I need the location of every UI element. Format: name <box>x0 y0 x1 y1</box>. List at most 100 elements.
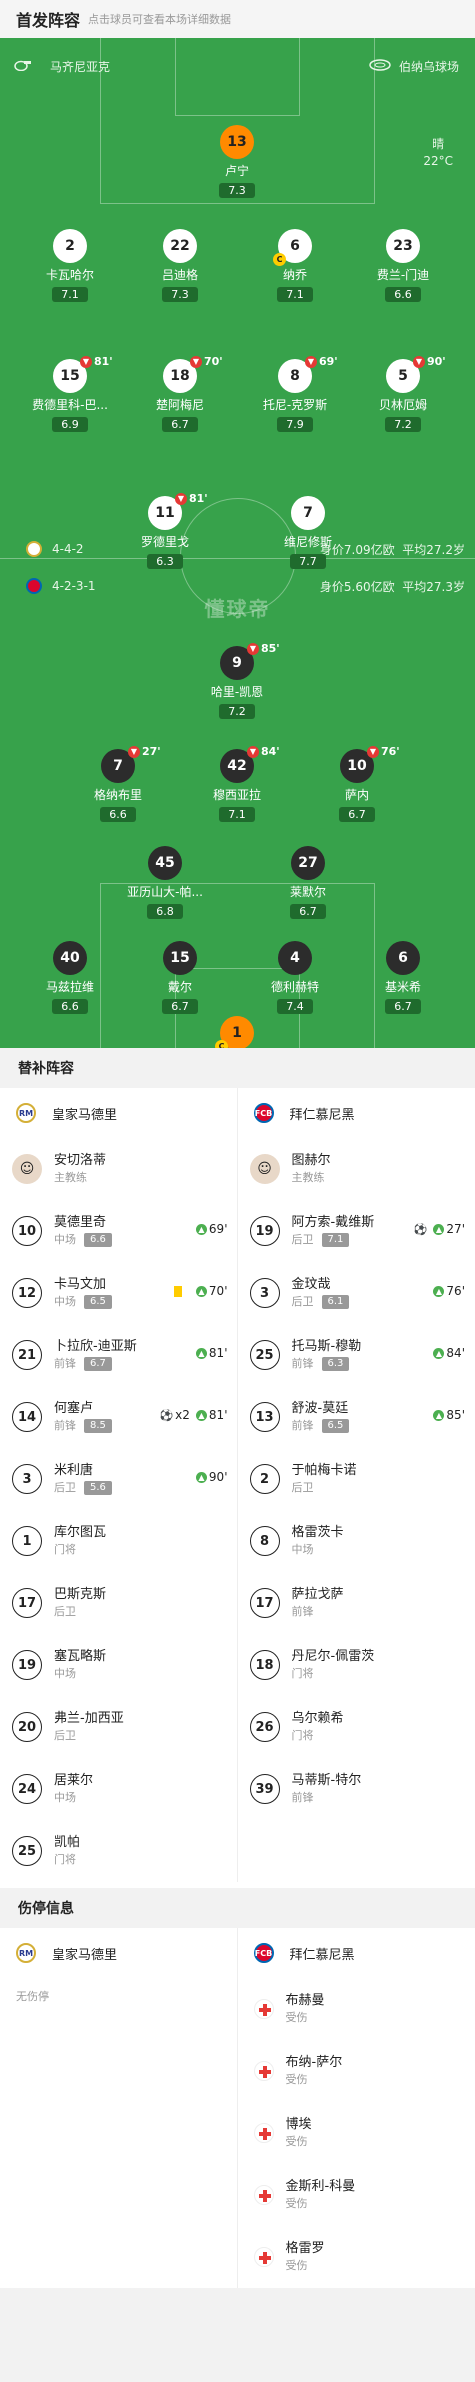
pitch-player[interactable]: 22 吕迪格 7.3 <box>125 229 235 302</box>
sub-player-row[interactable]: 1 库尔图瓦 门将 <box>0 1510 238 1572</box>
away-formation-row: 4-2-3-1 <box>26 578 96 594</box>
injury-row[interactable]: 格雷罗 受伤 <box>238 2226 475 2288</box>
sub-minute: 90' <box>427 355 446 368</box>
player-rating: 7.9 <box>277 417 313 432</box>
pitch-player[interactable]: 5 ▼ 90' 贝林厄姆 7.2 <box>348 355 458 432</box>
sub-name: 库尔图瓦 <box>54 1525 107 1540</box>
pitch-player[interactable]: 6 C 纳乔 7.1 <box>240 229 350 302</box>
player-number-text: 22 <box>170 238 190 254</box>
pitch-player[interactable]: 40 马兹拉维 6.6 <box>15 941 125 1014</box>
sub-player-row[interactable]: 19 阿方索-戴维斯 后卫 7.1 ⚽ ▲ 27' <box>238 1200 475 1262</box>
player-name: 费德里科-巴... <box>32 398 108 412</box>
sub-player-row[interactable]: 3 米利唐 后卫 5.6 ▲ 90' <box>0 1448 238 1510</box>
sub-on-arrow-icon: ▲ <box>195 1285 207 1297</box>
player-name: 基米希 <box>384 980 421 994</box>
sub-player-row[interactable]: 17 萨拉戈萨 前锋 <box>238 1572 475 1634</box>
injury-row[interactable]: 金斯利-科曼 受伤 <box>238 2164 475 2226</box>
pitch-player[interactable]: 13 卢宁 7.3 <box>182 125 292 198</box>
sub-player-row[interactable]: 25 托马斯-穆勒 前锋 6.3 ▲ 84' <box>238 1324 475 1386</box>
player-rating: 6.7 <box>339 807 375 822</box>
pitch-player[interactable]: 7 ▼ 27' 格纳布里 6.6 <box>63 745 173 822</box>
sub-name: 萨拉戈萨 <box>291 1587 344 1602</box>
sub-player-row[interactable]: 14 何塞卢 前锋 8.5 ⚽ x2 ▲ 81' <box>0 1386 238 1448</box>
sub-off-indicator: ▼ 85' <box>247 642 280 655</box>
referee-name: 马齐尼亚克 <box>50 59 111 74</box>
away-formation: 4-2-3-1 <box>52 579 96 593</box>
sub-player-row[interactable]: 2 于帕梅卡诺 后卫 <box>238 1448 475 1510</box>
player-name: 卡瓦哈尔 <box>45 268 94 282</box>
home-formation: 4-4-2 <box>52 542 84 556</box>
home-team-header[interactable]: RM 皇家马德里 <box>0 1088 238 1138</box>
yellow-card-icon <box>173 1285 182 1297</box>
player-number: 1C <box>215 1016 254 1048</box>
pitch-player[interactable]: 8 ▼ 69' 托尼-克罗斯 7.9 <box>240 355 350 432</box>
injury-status: 受伤 <box>285 2011 308 2024</box>
sub-position: 后卫 <box>54 1481 76 1494</box>
pitch-player[interactable]: 18 ▼ 70' 楚阿梅尼 6.7 <box>125 355 235 432</box>
pitch-player[interactable]: 27 莱默尔 6.7 <box>253 846 363 919</box>
home-coach-row[interactable]: ☺ 安切洛蒂 主教练 <box>0 1138 238 1200</box>
sub-player-row[interactable]: 26 乌尔赖希 门将 <box>238 1696 475 1758</box>
injury-row[interactable]: 布赫曼 受伤 <box>238 1978 475 2040</box>
sub-position: 门将 <box>54 1543 76 1556</box>
injury-row[interactable]: 布纳-萨尔 受伤 <box>238 2040 475 2102</box>
pitch-player[interactable]: 1C诺伊尔6.9 <box>182 1016 292 1048</box>
sub-off-arrow-icon: ▼ <box>175 492 187 505</box>
sub-player-row[interactable]: 10 莫德里奇 中场 6.6 ▲ 69' <box>0 1200 238 1262</box>
sub-player-row[interactable]: 19 塞瓦略斯 中场 <box>0 1634 238 1696</box>
sub-number: 26 <box>249 1712 280 1742</box>
sub-player-row[interactable]: 8 格雷茨卡 中场 <box>238 1510 475 1572</box>
sub-player-row[interactable]: 20 弗兰-加西亚 后卫 <box>0 1696 238 1758</box>
sub-off-indicator: ▼ 81' <box>80 355 113 368</box>
sub-player-row[interactable]: 3 金玟哉 后卫 6.1 ▲ 76' <box>238 1262 475 1324</box>
player-number: 23 <box>386 229 420 263</box>
sub-on-arrow-icon: ▲ <box>433 1409 445 1421</box>
sub-position: 前锋 <box>291 1791 314 1804</box>
bayern-crest-icon: FCB <box>253 1943 274 1963</box>
player-rating: 7.2 <box>219 704 255 719</box>
player-rating: 6.6 <box>100 807 136 822</box>
home-coach-role: 主教练 <box>54 1171 87 1184</box>
away-injuries-column: FCB 拜仁慕尼黑 布赫曼 受伤 布纳-萨尔 受伤 博埃 受伤 金斯利-科曼 受伤 格雷罗 受伤 <box>238 1928 475 2288</box>
sub-player-row[interactable]: 13 舒波-莫廷 前锋 6.5 ▲ 85' <box>238 1386 475 1448</box>
sub-player-row[interactable]: 21 卜拉欣-迪亚斯 前锋 6.7 ▲ 81' <box>0 1324 238 1386</box>
away-market-value: 身价5.60亿欧 <box>319 580 395 594</box>
pitch-player[interactable]: 7 维尼修斯 7.7 <box>253 496 363 569</box>
player-number: 2 <box>53 229 87 263</box>
pitch-player[interactable]: 6 基米希 6.7 <box>348 941 458 1014</box>
stadium-icon <box>369 58 391 74</box>
pitch-player[interactable]: 42 ▼ 84' 穆西亚拉 7.1 <box>182 745 292 822</box>
lineup-title: 首发阵容 <box>16 11 81 30</box>
sub-player-row[interactable]: 24 居莱尔 中场 <box>0 1758 238 1820</box>
pitch-player[interactable]: 9 ▼ 85' 哈里-凯恩 7.2 <box>182 642 292 719</box>
pitch-player[interactable]: 23 费兰-门迪 6.6 <box>348 229 458 302</box>
pitch-player[interactable]: 11 ▼ 81' 罗德里戈 6.3 <box>110 492 220 569</box>
sub-player-row[interactable]: 18 丹尼尔-佩雷茨 门将 <box>238 1634 475 1696</box>
pitch-player[interactable]: 4 德利赫特 7.4 <box>240 941 350 1014</box>
sub-off-indicator: ▼ 84' <box>247 745 280 758</box>
sub-off-arrow-icon: ▼ <box>190 355 202 368</box>
pitch-player[interactable]: 2 卡瓦哈尔 7.1 <box>15 229 125 302</box>
weather-condition: 晴 <box>432 137 445 151</box>
pitch-player[interactable]: 15 戴尔 6.7 <box>125 941 235 1014</box>
sub-player-row[interactable]: 17 巴斯克斯 后卫 <box>0 1572 238 1634</box>
away-team-header[interactable]: FCB 拜仁慕尼黑 <box>238 1088 475 1138</box>
injury-row[interactable]: 博埃 受伤 <box>238 2102 475 2164</box>
sub-player-row[interactable]: 39 马蒂斯-特尔 前锋 <box>238 1758 475 1820</box>
home-injury-team-header: RM 皇家马德里 <box>0 1928 238 1978</box>
player-number-text: 7 <box>303 505 313 521</box>
away-coach-row[interactable]: ☺ 图赫尔 主教练 <box>238 1138 475 1200</box>
player-number-text: 18 <box>170 368 190 384</box>
sub-on-minute: 81' <box>208 1346 228 1360</box>
pitch-player[interactable]: 10 ▼ 76' 萨内 6.7 <box>302 745 412 822</box>
player-number-text: 42 <box>227 758 247 774</box>
pitch-player[interactable]: 45 亚历山大-帕... 6.8 <box>110 846 220 919</box>
pitch-player[interactable]: 15 ▼ 81' 费德里科-巴... 6.9 <box>15 355 125 432</box>
sub-player-row[interactable]: 12 卡马文加 中场 6.5 ▲ 70' <box>0 1262 238 1324</box>
sub-number: 18 <box>249 1650 280 1680</box>
sub-player-row[interactable]: 25 凯帕 门将 <box>0 1820 238 1882</box>
injured-player-name: 布纳-萨尔 <box>285 2055 343 2070</box>
player-number: 15 ▼ 81' <box>53 355 113 393</box>
player-rating: 6.7 <box>162 417 198 432</box>
player-rating: 7.3 <box>162 287 198 302</box>
